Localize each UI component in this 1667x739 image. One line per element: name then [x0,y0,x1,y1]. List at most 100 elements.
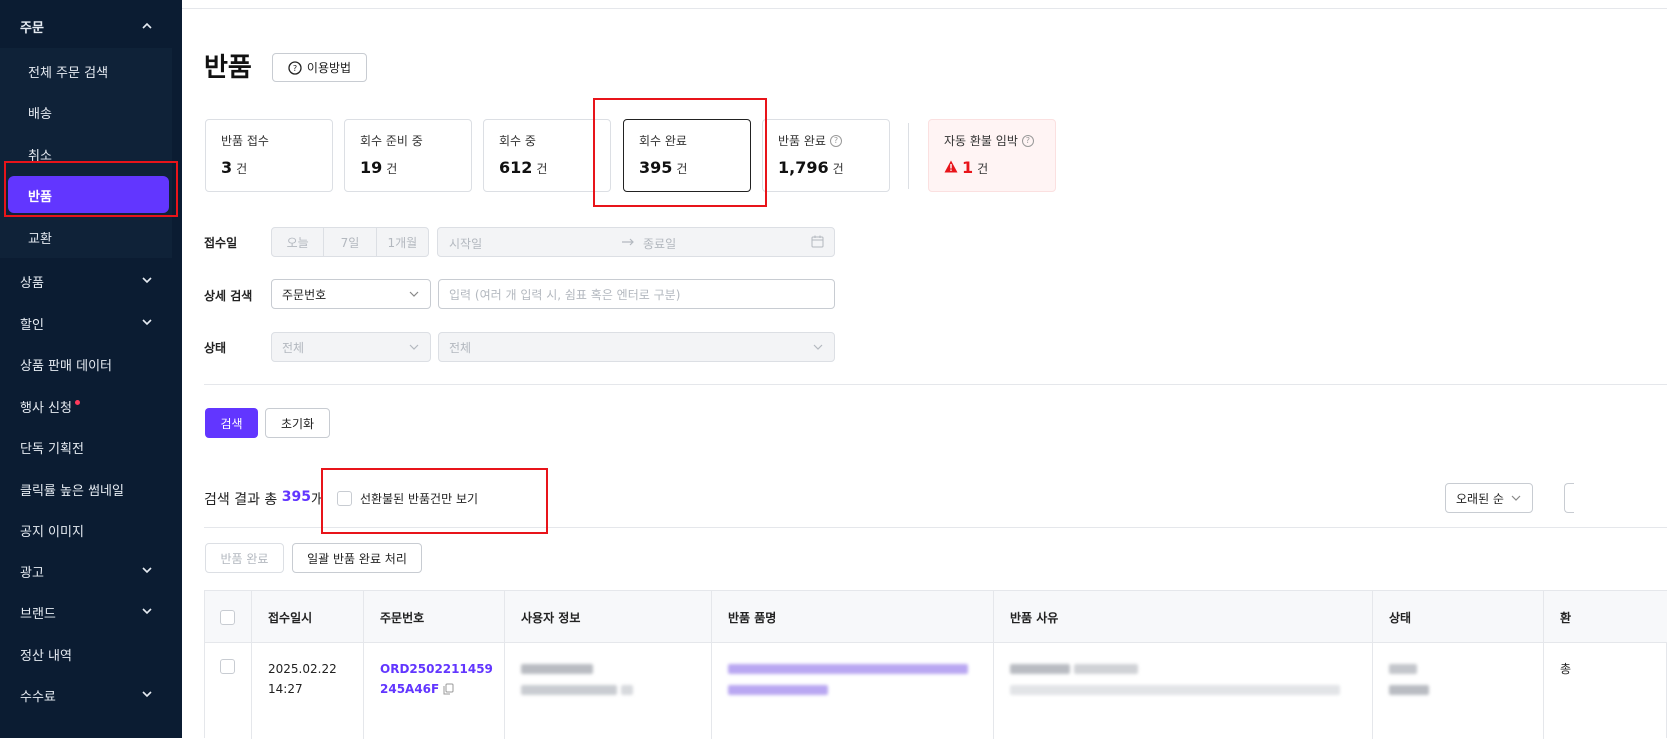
stat-value: 3 [221,158,233,177]
sidebar-item-all-orders[interactable]: 전체 주문 검색 [28,62,108,81]
sidebar-item-discount[interactable]: 할인 [20,314,44,333]
date-filter-label: 접수일 [204,236,238,250]
stat-label: 회수 중 [499,134,536,148]
detail-search-input[interactable]: 입력 (여러 개 입력 시, 쉼표 혹은 엔터로 구분) [438,279,835,309]
sidebar-item-brand[interactable]: 브랜드 [20,603,56,622]
arrow-right-icon [622,238,634,246]
returns-table: 접수일시 주문번호 사용자 정보 반품 품명 반품 사유 상태 환 2025.0… [204,590,1667,739]
detail-search-type-select[interactable]: 주문번호 [271,279,431,309]
status-primary-value: 전체 [282,340,305,355]
th-status[interactable]: 상태 [1372,591,1543,643]
bulk-complete-button[interactable]: 일괄 반품 완료 처리 [292,543,422,573]
date-preset-7d[interactable]: 7일 [324,228,377,256]
results-prefix: 검색 결과 총 [204,492,282,508]
detail-search-placeholder: 입력 (여러 개 입력 시, 쉼표 혹은 엔터로 구분) [449,287,681,302]
date-range-picker[interactable]: 시작일 종료일 [437,227,835,257]
sidebar: 주문 전체 주문 검색 배송 취소 반품 교환 상품 할인 상품 판매 데이터 … [0,0,182,738]
chevron-down-icon [813,344,823,350]
stat-card-collecting[interactable]: 회수 중 612 건 [483,119,611,192]
sidebar-item-label: 수수료 [20,690,56,705]
chevron-down-icon[interactable] [140,273,154,287]
end-date-input[interactable]: 종료일 [643,235,676,252]
date-preset-1m[interactable]: 1개월 [377,228,428,256]
stat-divider [908,123,909,189]
th-item-name[interactable]: 반품 품명 [711,591,993,643]
redacted-text [1010,664,1070,674]
sidebar-item-delivery[interactable]: 배송 [28,103,52,122]
sidebar-item-products[interactable]: 상품 [20,272,44,291]
row-select-cell [205,643,251,739]
calendar-icon[interactable] [811,235,824,248]
row-time: 14:27 [268,682,303,696]
redacted-text [1389,664,1417,674]
stat-value: 612 [499,158,533,177]
help-label: 이용방법 [306,61,352,75]
redacted-text [521,685,617,695]
sidebar-item-label: 상품 [20,276,44,291]
sidebar-item-sales-data[interactable]: 상품 판매 데이터 [20,355,112,374]
row-order-line2: 245A46F [380,682,440,696]
stat-card-auto-refund[interactable]: 자동 환불 임박? 1건 [928,119,1056,192]
sort-value: 오래된 순 [1456,491,1504,506]
sidebar-item-settlement[interactable]: 정산 내역 [20,645,72,664]
sidebar-item-label: 클릭률 높은 썸네일 [20,484,124,499]
help-icon[interactable]: ? [829,134,842,147]
stat-unit: 건 [236,162,248,176]
sidebar-item-fees[interactable]: 수수료 [20,686,56,705]
select-all-checkbox[interactable] [220,609,235,625]
redacted-text [1389,685,1429,695]
th-refund[interactable]: 환 [1543,591,1667,643]
row-status [1372,643,1543,739]
results-count: 395 [281,489,311,505]
complete-return-button[interactable]: 반품 완료 [205,543,284,573]
sidebar-item-thumbnail[interactable]: 클릭률 높은 썸네일 [20,480,124,499]
date-preset-group: 오늘 7일 1개월 [271,227,429,257]
sidebar-item-event[interactable]: 행사 신청 [20,397,80,416]
status-select-secondary[interactable]: 전체 [438,332,835,362]
sidebar-group-order[interactable]: 주문 [20,17,44,36]
highlight-box-stat [593,98,767,207]
th-order-number[interactable]: 주문번호 [363,591,504,643]
sidebar-item-ads[interactable]: 광고 [20,562,44,581]
help-button[interactable]: ? 이용방법 [272,53,367,82]
stat-value: 1 [962,158,974,177]
search-button[interactable]: 검색 [205,408,258,438]
sidebar-item-exchange[interactable]: 교환 [28,228,52,247]
redacted-text [621,685,633,695]
row-reason [993,643,1372,739]
date-preset-today[interactable]: 오늘 [272,228,325,256]
reset-button[interactable]: 초기화 [265,408,330,438]
start-date-input[interactable]: 시작일 [449,235,482,252]
stat-card-preparing[interactable]: 회수 준비 중 19 건 [344,119,472,192]
chevron-down-icon [1511,495,1521,501]
sidebar-item-label: 공지 이미지 [20,525,84,540]
th-received-at[interactable]: 접수일시 [251,591,363,643]
stat-label: 반품 완료 [778,134,826,148]
sidebar-item-label: 할인 [20,318,44,333]
stat-card-returned[interactable]: 반품 완료? 1,796 건 [762,119,890,192]
th-reason[interactable]: 반품 사유 [993,591,1372,643]
status-select-primary[interactable]: 전체 [271,332,431,362]
th-user-info[interactable]: 사용자 정보 [504,591,711,643]
chevron-down-icon[interactable] [140,687,154,701]
sort-select[interactable]: 오래된 순 [1445,483,1533,513]
page-title: 반품 [204,53,252,83]
chevron-down-icon[interactable] [140,563,154,577]
help-icon[interactable]: ? [1021,134,1034,147]
stat-label: 회수 준비 중 [360,134,423,148]
row-item-name[interactable] [711,643,993,739]
stat-card-received[interactable]: 반품 접수 3건 [205,119,333,192]
chevron-down-icon[interactable] [140,604,154,618]
chevron-down-icon[interactable] [140,315,154,329]
table-header: 접수일시 주문번호 사용자 정보 반품 품명 반품 사유 상태 환 [205,591,1667,643]
highlight-box-sidebar [4,161,178,217]
sidebar-item-label: 행사 신청 [20,401,72,416]
row-refund: 총 [1543,643,1667,739]
sidebar-item-notice-image[interactable]: 공지 이미지 [20,521,84,540]
row-order-number[interactable]: ORD2502211459 245A46F [363,643,504,739]
copy-icon[interactable] [443,683,454,695]
chevron-up-icon[interactable] [140,19,154,33]
sidebar-item-exclusive[interactable]: 단독 기획전 [20,438,84,457]
partial-button[interactable] [1564,483,1574,513]
row-checkbox[interactable] [220,659,235,674]
